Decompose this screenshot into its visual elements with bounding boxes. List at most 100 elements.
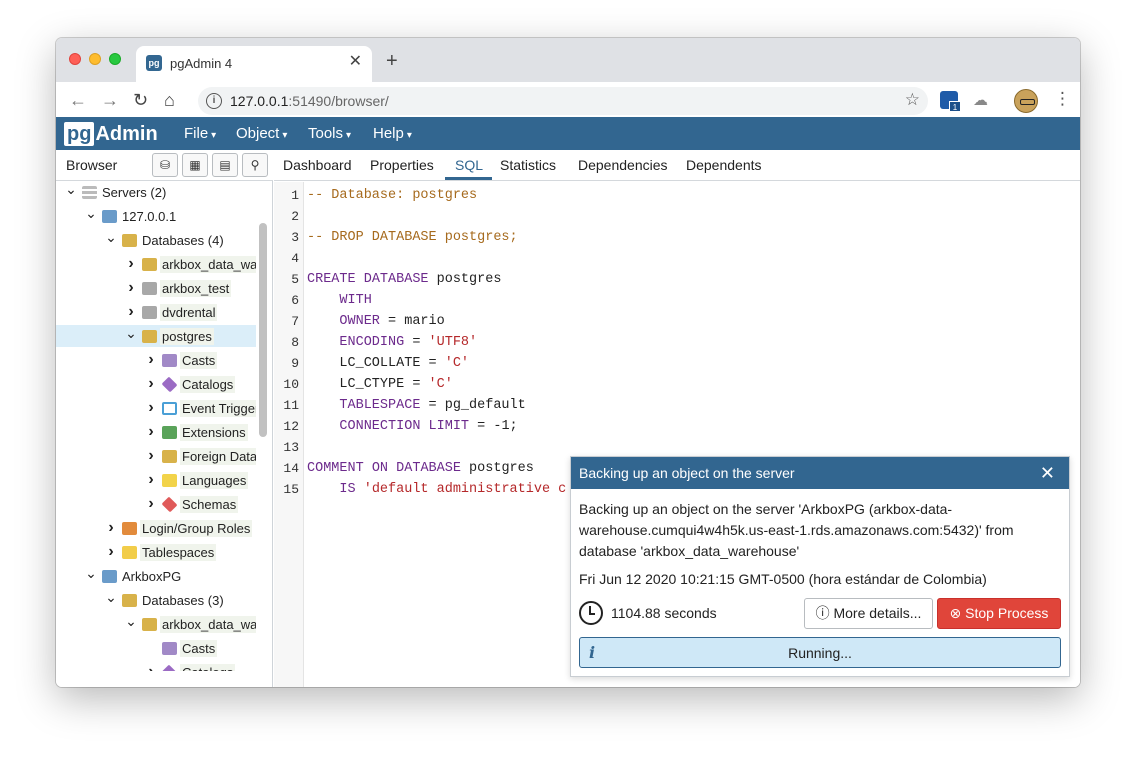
code-line: OWNER = mario bbox=[339, 314, 445, 329]
address-bar[interactable]: i 127.0.0.1:51490/browser/ ☆ bbox=[198, 87, 928, 115]
menu-file[interactable]: File ▾ bbox=[184, 125, 216, 142]
postgres-server-icon bbox=[102, 569, 117, 583]
query-tool-icon[interactable]: ⛁ bbox=[152, 153, 178, 177]
chevron-right-icon[interactable]: › bbox=[124, 303, 138, 321]
browser-window: pg pgAdmin 4 ✕ + ← → ↻ ⌂ i 127.0.0.1:514… bbox=[56, 38, 1080, 687]
tree-node[interactable]: › Foreign Data Wrappers bbox=[144, 445, 256, 467]
database-disconnected-icon bbox=[142, 305, 157, 319]
foreign-data-wrappers-icon bbox=[162, 449, 177, 463]
profile-avatar[interactable] bbox=[1014, 89, 1038, 113]
new-tab-icon[interactable]: + bbox=[386, 51, 398, 71]
line-number: 15 bbox=[283, 482, 299, 497]
code-line: CONNECTION LIMIT = -1; bbox=[339, 419, 518, 434]
chevron-down-icon[interactable]: ⌄ bbox=[124, 614, 138, 628]
tree-vertical-scrollbar[interactable] bbox=[259, 223, 267, 437]
chevron-down-icon: ▾ bbox=[346, 130, 352, 141]
tree-node[interactable]: › Tablespaces bbox=[104, 541, 217, 563]
forward-arrow-icon[interactable]: → bbox=[101, 90, 119, 110]
databases-icon bbox=[122, 233, 137, 247]
tree-node[interactable]: Casts bbox=[144, 637, 218, 659]
chevron-right-icon[interactable]: › bbox=[144, 423, 158, 441]
close-tab-icon[interactable]: ✕ bbox=[349, 54, 362, 70]
search-objects-icon[interactable]: ⚲ bbox=[242, 153, 268, 177]
pgadmin-menubar: pg Admin File ▾ Object ▾ Tools ▾ Help ▾ bbox=[56, 117, 1080, 150]
tree-node[interactable]: ⌄ Servers (2) bbox=[64, 181, 168, 203]
tree-node[interactable]: › dvdrental bbox=[124, 301, 218, 323]
tab-dependents[interactable]: Dependents bbox=[686, 157, 762, 173]
chevron-down-icon[interactable]: ⌄ bbox=[64, 182, 78, 196]
cloud-extension-icon[interactable]: ☁ bbox=[973, 91, 988, 109]
browser-tab[interactable]: pg pgAdmin 4 ✕ bbox=[136, 46, 372, 82]
close-window-button[interactable] bbox=[69, 53, 81, 65]
chevron-right-icon[interactable]: › bbox=[144, 447, 158, 465]
chevron-right-icon[interactable]: › bbox=[144, 663, 158, 671]
chevron-right-icon[interactable]: › bbox=[104, 519, 118, 537]
tab-properties[interactable]: Properties bbox=[370, 157, 434, 173]
chevron-right-icon[interactable]: › bbox=[144, 495, 158, 513]
chevron-right-icon[interactable]: › bbox=[124, 255, 138, 273]
active-tab-indicator bbox=[445, 177, 492, 180]
clock-icon bbox=[579, 601, 603, 625]
chevron-right-icon[interactable]: › bbox=[104, 543, 118, 561]
tree-node[interactable]: › Catalogs bbox=[144, 373, 236, 395]
menu-object[interactable]: Object ▾ bbox=[236, 125, 287, 142]
menu-tools[interactable]: Tools ▾ bbox=[308, 125, 351, 142]
filtered-rows-icon[interactable]: ▤ bbox=[212, 153, 238, 177]
tree-node[interactable]: ⌄ arkbox_data_warehouse bbox=[124, 613, 256, 635]
chevron-right-icon[interactable]: › bbox=[144, 351, 158, 369]
chevron-right-icon[interactable]: › bbox=[144, 375, 158, 393]
tree-node-label: arkbox_data_warehouse bbox=[160, 615, 256, 633]
tree-node[interactable]: › arkbox_data_warehouse bbox=[124, 253, 256, 275]
chevron-down-icon[interactable]: ⌄ bbox=[84, 206, 98, 220]
zoom-window-button[interactable] bbox=[109, 53, 121, 65]
close-icon[interactable]: ✕ bbox=[1040, 463, 1055, 483]
line-number: 4 bbox=[291, 251, 299, 266]
tree-node[interactable]: › Schemas bbox=[144, 493, 239, 515]
tree-node[interactable]: › Extensions bbox=[144, 421, 248, 443]
tree-node[interactable]: ⌄ Databases (3) bbox=[104, 589, 226, 611]
stop-process-button[interactable]: ⊗ Stop Process bbox=[937, 598, 1061, 629]
chevron-down-icon[interactable]: ⌄ bbox=[84, 566, 98, 580]
status-text: Running... bbox=[788, 645, 852, 661]
backup-notification: Backing up an object on the server ✕ Bac… bbox=[570, 456, 1070, 677]
tree-node[interactable]: ⌄ ArkboxPG bbox=[84, 565, 183, 587]
tree-node[interactable]: ⌄ Databases (4) bbox=[104, 229, 226, 251]
minimize-window-button[interactable] bbox=[89, 53, 101, 65]
more-details-button[interactable]: ⓘ More details... bbox=[804, 598, 933, 629]
browser-panel: Browser ⛁ ▦ ▤ ⚲ ⌄ Servers (2) ⌄ 127.0.0.1 ⌄ D… bbox=[56, 150, 273, 687]
tab-dependencies[interactable]: Dependencies bbox=[578, 157, 668, 173]
code-line: LC_COLLATE = 'C' bbox=[307, 356, 470, 371]
bookmark-star-icon[interactable]: ☆ bbox=[905, 90, 920, 110]
view-data-icon[interactable]: ▦ bbox=[182, 153, 208, 177]
back-arrow-icon[interactable]: ← bbox=[69, 90, 87, 110]
chevron-right-icon[interactable]: › bbox=[144, 471, 158, 489]
chevron-right-icon[interactable]: › bbox=[124, 279, 138, 297]
tree-node[interactable]: › Languages bbox=[144, 469, 249, 491]
tree-node[interactable]: ⌄ 127.0.0.1 bbox=[84, 205, 178, 227]
pgadmin-logo: pg Admin bbox=[64, 121, 158, 146]
tab-sql[interactable]: SQL bbox=[455, 157, 483, 173]
chevron-down-icon[interactable]: ⌄ bbox=[104, 590, 118, 604]
code-line: -- Database: postgres bbox=[307, 188, 478, 203]
tree-node[interactable]: › Login/Group Roles bbox=[104, 517, 253, 539]
chevron-right-icon[interactable]: › bbox=[144, 399, 158, 417]
database-icon bbox=[142, 617, 157, 631]
tab-statistics[interactable]: Statistics bbox=[500, 157, 556, 173]
chevron-down-icon[interactable]: ⌄ bbox=[104, 230, 118, 244]
menu-help[interactable]: Help ▾ bbox=[373, 125, 412, 142]
home-icon[interactable]: ⌂ bbox=[164, 90, 175, 110]
line-number: 6 bbox=[291, 293, 299, 308]
reload-icon[interactable]: ↻ bbox=[133, 90, 148, 110]
tree-node[interactable]: › Casts bbox=[144, 349, 218, 371]
tree-node[interactable]: › Catalogs bbox=[144, 661, 236, 671]
browser-menu-icon[interactable]: ⋮ bbox=[1054, 89, 1071, 109]
tab-dashboard[interactable]: Dashboard bbox=[283, 157, 352, 173]
casts-icon bbox=[162, 641, 177, 655]
object-tree: ⌄ Servers (2) ⌄ 127.0.0.1 ⌄ Databases (4) › ark… bbox=[56, 181, 256, 671]
tree-node[interactable]: › Event Triggers bbox=[144, 397, 256, 419]
chevron-down-icon[interactable]: ⌄ bbox=[124, 326, 138, 340]
site-info-icon[interactable]: i bbox=[206, 93, 222, 109]
address-toolbar: ← → ↻ ⌂ i 127.0.0.1:51490/browser/ ☆ 1 ☁… bbox=[56, 82, 1080, 120]
tree-node[interactable]: › arkbox_test bbox=[124, 277, 232, 299]
tree-node[interactable]: ⌄ postgres bbox=[124, 325, 214, 347]
